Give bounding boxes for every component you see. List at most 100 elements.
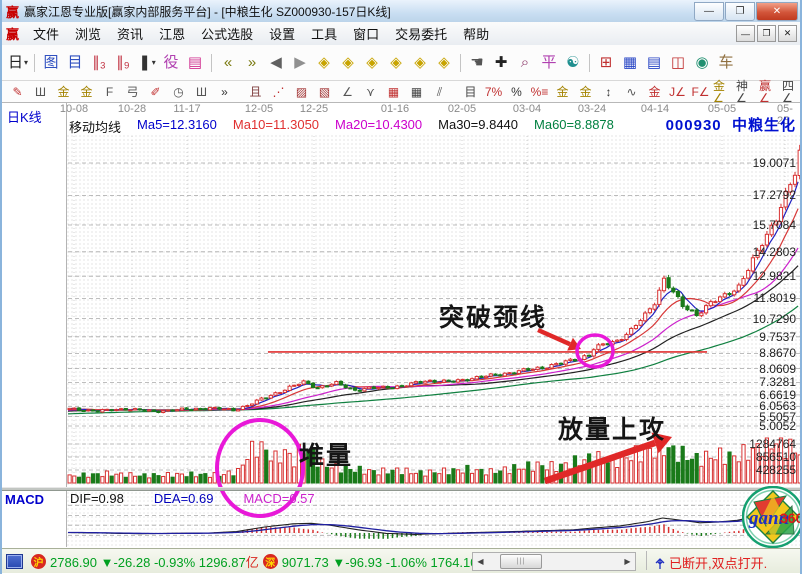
calculator-icon[interactable]: ▦	[618, 52, 642, 74]
gold-lines-icon[interactable]: 金	[574, 83, 597, 101]
hand-tool-icon[interactable]: ☚	[465, 52, 489, 74]
gold-grid-1-icon[interactable]: 金	[52, 83, 75, 101]
diamond-collapse-icon[interactable]: ◈	[384, 52, 408, 74]
angle-shen-icon[interactable]: 神∠	[735, 83, 758, 101]
calendar-icon[interactable]: ⊞	[594, 52, 618, 74]
menu-item-2[interactable]: 资讯	[109, 22, 151, 45]
x-axis-date: 02-05	[448, 103, 476, 115]
formula-icon[interactable]: 役	[159, 52, 183, 74]
connection-status[interactable]: 已断开,双点打开.	[669, 553, 767, 572]
mini-bars-9-icon[interactable]: ∥₉	[111, 52, 135, 74]
save-icon[interactable]: ◫	[666, 52, 690, 74]
macd-legend-item: DIF=0.98	[70, 491, 124, 506]
shanghai-badge-icon[interactable]: 沪	[31, 554, 46, 569]
period-day-button[interactable]: 日▾	[6, 52, 30, 74]
menu-item-4[interactable]: 公式选股	[193, 22, 261, 45]
dark-grid-icon[interactable]: ▦	[405, 83, 428, 101]
indicator-list-icon[interactable]: 目	[459, 83, 482, 101]
gann-flower-icon[interactable]: 平	[537, 52, 561, 74]
percent-icon[interactable]: %	[505, 83, 528, 101]
minimize-button[interactable]: —	[694, 2, 724, 21]
pencil-icon[interactable]: ✎	[6, 83, 29, 101]
gann-square-icon[interactable]: ▧	[313, 83, 336, 101]
wave-icon[interactable]: ∿	[620, 83, 643, 101]
ma-legend-item: Ma5=12.3160	[137, 117, 217, 136]
ma-legend-item: Ma20=10.4300	[335, 117, 422, 136]
prev-icon[interactable]: ◀	[264, 52, 288, 74]
menu-item-1[interactable]: 浏览	[67, 22, 109, 45]
diamond-left-icon[interactable]: ◈	[312, 52, 336, 74]
angle-four-icon[interactable]: 四∠	[781, 83, 802, 101]
menu-item-3[interactable]: 江恩	[151, 22, 193, 45]
percent7-icon[interactable]: 7%	[482, 83, 505, 101]
toolbar-separator	[460, 54, 461, 72]
close-button[interactable]: ✕	[756, 2, 798, 21]
percent-lines-icon[interactable]: %≡	[528, 83, 551, 101]
menu-item-8[interactable]: 交易委托	[387, 22, 455, 45]
next-icon[interactable]: ▶	[288, 52, 312, 74]
crosshair-icon[interactable]: ✚	[489, 52, 513, 74]
mdi-close-button[interactable]: ✕	[778, 25, 797, 42]
notepad-icon[interactable]: ▤	[642, 52, 666, 74]
mdi-restore-button[interactable]: ❐	[757, 25, 776, 42]
zigzag-icon[interactable]: ⋎	[359, 83, 382, 101]
brush-icon[interactable]: ✐	[144, 83, 167, 101]
gann-box-icon[interactable]: ▨	[290, 83, 313, 101]
slash-lines-icon[interactable]: ⫽	[428, 83, 451, 101]
trade-icon[interactable]: 车	[714, 52, 738, 74]
x-axis-date: 10-28	[118, 103, 146, 115]
f-grid-icon[interactable]: F	[98, 83, 121, 101]
toolbar-separator	[211, 54, 212, 72]
ruler2-icon[interactable]: Ш	[190, 83, 213, 101]
first-page-icon[interactable]: «	[216, 52, 240, 74]
mind-icon[interactable]: ☯	[561, 52, 585, 74]
angle-j-icon[interactable]: J∠	[666, 83, 689, 101]
red-grid-icon[interactable]: ▦	[382, 83, 405, 101]
scroll-left-icon[interactable]: ◀	[473, 554, 488, 569]
menu-item-0[interactable]: 文件	[25, 22, 67, 45]
spiral-icon[interactable]: 弓	[121, 83, 144, 101]
gann360-logo: gann 360	[742, 486, 802, 548]
pillar-icon[interactable]: 且	[244, 83, 267, 101]
diamond-right-icon[interactable]: ◈	[336, 52, 360, 74]
mdi-minimize-button[interactable]: —	[736, 25, 755, 42]
diamond-expand-icon[interactable]: ◈	[360, 52, 384, 74]
price-tick: 8.8670	[759, 346, 796, 360]
diamond-down-icon[interactable]: ◈	[432, 52, 456, 74]
gold-underline-icon[interactable]: 金	[643, 83, 666, 101]
horizontal-scrollbar[interactable]: ◀ ||| ▶	[472, 552, 636, 571]
color-chart-icon[interactable]: ▤	[183, 52, 207, 74]
gold-grid-2-icon[interactable]: 金	[75, 83, 98, 101]
more-chevron-icon[interactable]: »	[213, 83, 236, 101]
mini-bars-3-icon[interactable]: ∥₃	[87, 52, 111, 74]
info-note-icon[interactable]: 目	[63, 52, 87, 74]
grid-ruler-icon[interactable]: Ш	[29, 83, 52, 101]
updown-icon[interactable]: ↕	[597, 83, 620, 101]
scrollbar-thumb[interactable]: |||	[500, 554, 542, 569]
gold-circle-icon[interactable]: 金	[551, 83, 574, 101]
menu-item-9[interactable]: 帮助	[455, 22, 497, 45]
web-icon[interactable]: ◉	[690, 52, 714, 74]
magnifier-icon[interactable]: ⌕	[513, 52, 537, 74]
last-page-icon[interactable]: »	[240, 52, 264, 74]
menu-item-6[interactable]: 工具	[303, 22, 345, 45]
x-axis-date: 10-08	[60, 103, 88, 115]
price-tick: 14.2803	[753, 245, 796, 259]
svg-text:360: 360	[780, 510, 802, 526]
pattern-icon[interactable]: 图	[39, 52, 63, 74]
shenzhen-badge-icon[interactable]: 深	[263, 554, 278, 569]
candle-style-button[interactable]: ❚▾	[135, 52, 159, 74]
menu-item-5[interactable]: 设置	[261, 22, 303, 45]
angle-gold-icon[interactable]: 金∠	[712, 83, 735, 101]
clock-icon[interactable]: ◷	[167, 83, 190, 101]
pane-splitter[interactable]	[2, 487, 800, 491]
menu-item-7[interactable]: 窗口	[345, 22, 387, 45]
fan-lines-icon[interactable]: ⋰	[267, 83, 290, 101]
scroll-right-icon[interactable]: ▶	[620, 554, 635, 569]
angle-win-icon[interactable]: 赢∠	[758, 83, 781, 101]
angle-f-icon[interactable]: F∠	[689, 83, 712, 101]
quote-table-icon[interactable]	[6, 554, 23, 569]
diamond-up-icon[interactable]: ◈	[408, 52, 432, 74]
angle-icon[interactable]: ∠	[336, 83, 359, 101]
maximize-button[interactable]: ❐	[725, 2, 755, 21]
